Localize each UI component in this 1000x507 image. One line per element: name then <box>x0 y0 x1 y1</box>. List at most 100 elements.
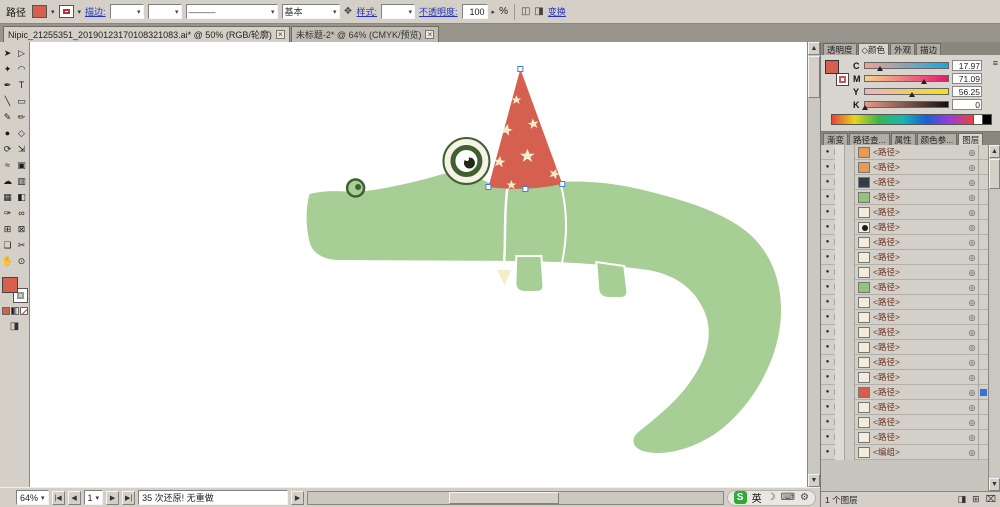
visibility-eye-icon[interactable]: ● <box>821 194 835 200</box>
selection-column[interactable] <box>978 430 988 445</box>
panel-tab[interactable]: 图层 <box>958 133 983 145</box>
target-circle-icon[interactable]: ◎ <box>966 208 978 217</box>
tool-magic-wand-icon[interactable]: ✦ <box>1 61 15 77</box>
tool-free-transform-icon[interactable]: ▣ <box>15 157 29 173</box>
lock-toggle[interactable] <box>835 295 845 310</box>
target-circle-icon[interactable]: ◎ <box>966 358 978 367</box>
lock-toggle[interactable] <box>835 355 845 370</box>
scroll-up-icon[interactable]: ▲ <box>989 145 1000 158</box>
screen-mode-icon[interactable]: ◨ <box>10 321 19 332</box>
panel-tab[interactable]: 颜色参... <box>917 133 958 145</box>
layer-row[interactable]: ●<路径>◎ <box>821 205 988 220</box>
layer-row[interactable]: ●<路径>◎ <box>821 400 988 415</box>
panel-fill-stroke[interactable] <box>825 60 849 86</box>
layer-thumbnail[interactable] <box>858 372 870 383</box>
tool-scale-icon[interactable]: ⇲ <box>15 141 29 157</box>
visibility-eye-icon[interactable]: ● <box>821 269 835 275</box>
black-swatch[interactable] <box>983 114 992 125</box>
layer-name[interactable]: <路径> <box>873 401 966 413</box>
tool-artboard-icon[interactable]: ❏ <box>1 237 15 253</box>
fill-stroke-swatches[interactable] <box>2 277 28 303</box>
make-clipping-mask-icon[interactable]: ◨ <box>958 494 967 505</box>
visibility-eye-icon[interactable]: ● <box>821 344 835 350</box>
layer-thumbnail[interactable] <box>858 432 870 443</box>
layer-thumbnail[interactable] <box>858 147 870 158</box>
stroke-link[interactable]: 描边: <box>85 5 106 18</box>
visibility-eye-icon[interactable]: ● <box>821 449 835 455</box>
none-button-icon[interactable] <box>20 307 28 315</box>
visibility-eye-icon[interactable]: ● <box>821 359 835 365</box>
layer-thumbnail[interactable] <box>858 447 870 458</box>
slider-thumb-icon[interactable] <box>909 89 915 97</box>
recolor-artwork-icon[interactable]: ◫ <box>521 6 530 17</box>
panel-tab[interactable]: 属性 <box>891 133 916 145</box>
selection-column[interactable] <box>978 310 988 325</box>
tool-pencil-icon[interactable]: ✏ <box>15 109 29 125</box>
brush-definition-select[interactable]: 基本▾ <box>282 4 340 19</box>
last-page-button[interactable]: ▶| <box>122 491 135 505</box>
panel-tab[interactable]: 外观 <box>890 43 915 55</box>
moon-icon[interactable]: ☽ <box>767 492 776 503</box>
tool-live-paint-selection-icon[interactable]: ⊠ <box>15 221 29 237</box>
align-panel-icon[interactable]: ◨ <box>534 6 543 17</box>
new-layer-icon[interactable]: ⊞ <box>972 494 980 505</box>
layer-row[interactable]: ●<路径>◎ <box>821 355 988 370</box>
spinner-icon[interactable]: ▸ <box>492 8 496 16</box>
selection-column[interactable] <box>978 355 988 370</box>
visibility-eye-icon[interactable]: ● <box>821 374 835 380</box>
target-circle-icon[interactable]: ◎ <box>966 418 978 427</box>
doc-tab-nipic[interactable]: Nipic_21255351_20190123170108321083.ai* … <box>3 26 290 42</box>
layer-thumbnail[interactable] <box>858 192 870 203</box>
layer-row[interactable]: ● <路径>◎ <box>821 250 988 265</box>
crocodile-artwork[interactable] <box>30 42 807 487</box>
scrollbar-thumb[interactable] <box>989 159 1000 189</box>
visibility-eye-icon[interactable]: ● <box>821 389 835 395</box>
tool-line-segment-icon[interactable]: ╲ <box>1 93 15 109</box>
visibility-eye-icon[interactable]: ● <box>821 419 835 425</box>
layer-row[interactable]: ●<路径>◎ <box>821 430 988 445</box>
scroll-down-icon[interactable]: ▼ <box>989 478 1000 491</box>
target-circle-icon[interactable]: ◎ <box>966 163 978 172</box>
layer-row[interactable]: ●<路径>◎ <box>821 190 988 205</box>
next-page-button[interactable]: ▶ <box>106 491 119 505</box>
target-circle-icon[interactable]: ◎ <box>966 238 978 247</box>
layer-name[interactable]: <路径> <box>873 251 966 263</box>
lock-toggle[interactable] <box>835 160 845 175</box>
visibility-eye-icon[interactable]: ● <box>821 254 835 260</box>
lock-toggle[interactable] <box>835 220 845 235</box>
panel-tab[interactable]: ◇颜色 <box>858 43 890 55</box>
target-circle-icon[interactable]: ◎ <box>966 253 978 262</box>
layer-row[interactable]: ●<路径>◎ <box>821 385 988 400</box>
channel-value[interactable]: 17.97 <box>952 60 982 71</box>
target-circle-icon[interactable]: ◎ <box>966 193 978 202</box>
visibility-eye-icon[interactable]: ● <box>821 329 835 335</box>
layer-row[interactable]: ●<路径>◎ <box>821 415 988 430</box>
channel-slider[interactable] <box>864 88 949 95</box>
lock-toggle[interactable] <box>835 145 845 160</box>
layer-row[interactable]: ●<编组>◎ <box>821 445 988 460</box>
layer-thumbnail[interactable] <box>858 327 870 338</box>
layer-thumbnail[interactable] <box>858 282 870 293</box>
stroke-color-swatch[interactable] <box>59 5 74 18</box>
sogou-logo-icon[interactable]: S <box>734 491 747 504</box>
selection-column[interactable] <box>978 340 988 355</box>
target-circle-icon[interactable]: ◎ <box>966 328 978 337</box>
channel-slider[interactable] <box>864 75 949 82</box>
layer-name[interactable]: <路径> <box>873 296 966 308</box>
lock-toggle[interactable] <box>835 340 845 355</box>
settings-wrench-icon[interactable]: ⚙ <box>800 492 809 503</box>
tool-blend-icon[interactable]: ∞ <box>15 205 29 221</box>
transform-link[interactable]: 变换 <box>548 5 566 18</box>
opacity-input[interactable]: 100 <box>462 4 488 19</box>
canvas-v-scrollbar[interactable]: ▲ ▼ <box>807 42 820 487</box>
doc-tab-untitled[interactable]: 未标题-2* @ 64% (CMYK/预览) × <box>291 26 440 42</box>
channel-slider[interactable] <box>864 62 949 69</box>
tool-lasso-icon[interactable]: ◠ <box>15 61 29 77</box>
selection-column[interactable] <box>978 190 988 205</box>
layer-row[interactable]: ●<路径>◎ <box>821 325 988 340</box>
layer-row[interactable]: ●<路径>◎ <box>821 280 988 295</box>
tool-rotate-icon[interactable]: ⟳ <box>1 141 15 157</box>
layer-thumbnail[interactable] <box>858 417 870 428</box>
visibility-eye-icon[interactable]: ● <box>821 404 835 410</box>
target-circle-icon[interactable]: ◎ <box>966 343 978 352</box>
